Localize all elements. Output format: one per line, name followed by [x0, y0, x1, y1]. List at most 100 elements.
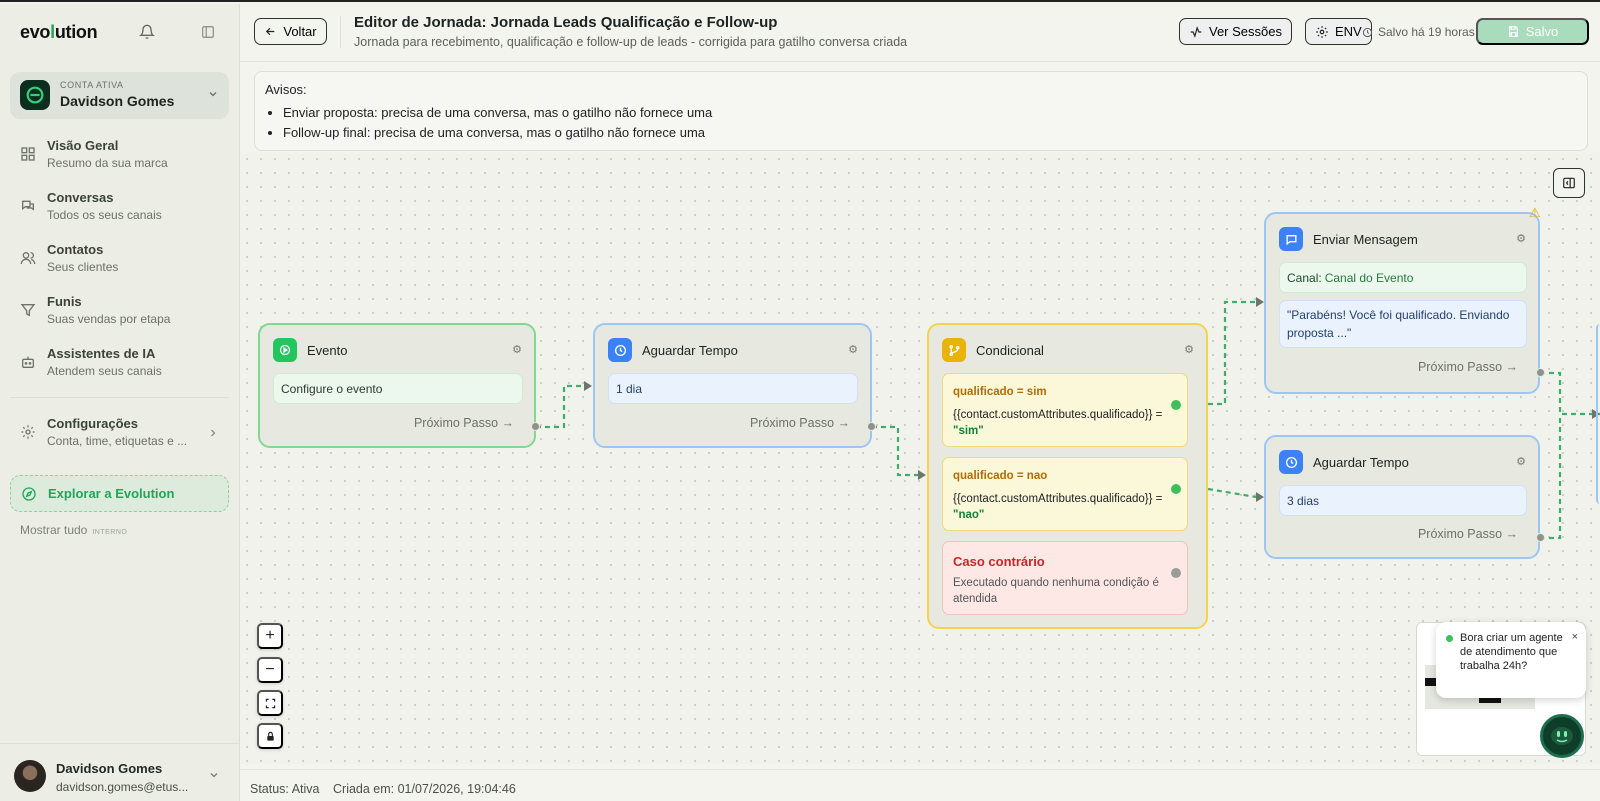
journey-status: Status: Ativa: [250, 782, 320, 796]
message-icon: [1279, 227, 1303, 251]
play-icon: [273, 338, 297, 362]
view-sessions-button[interactable]: Ver Sessões: [1179, 18, 1292, 45]
save-button[interactable]: Salvo: [1476, 18, 1589, 45]
output-port[interactable]: [1536, 533, 1545, 542]
condition-label: qualificado = nao: [953, 470, 1048, 482]
condition-expression: {{contact.customAttributes.qualificado}}…: [953, 409, 1163, 437]
branch-port[interactable]: [1171, 568, 1181, 578]
clock-icon: [1362, 27, 1373, 37]
sidebar-item-title: Contatos: [47, 242, 104, 257]
activity-icon: [1190, 25, 1202, 38]
else-description: Executado quando nenhuma condição é aten…: [953, 577, 1159, 605]
users-icon: [20, 250, 38, 268]
node-enviar-mensagem[interactable]: Enviar Mensagem ⚙ Canal: Canal do Evento …: [1264, 212, 1540, 394]
account-switcher[interactable]: CONTA ATIVA Davidson Gomes: [10, 72, 229, 119]
sidebar-item-title: Configurações: [47, 416, 139, 431]
output-port[interactable]: [867, 422, 876, 431]
plus-icon: +: [265, 627, 275, 644]
else-title: Caso contrário: [953, 554, 1045, 569]
sidebar-item-subtitle: Conta, time, etiquetas e ...: [47, 434, 188, 448]
branch-port[interactable]: [1171, 484, 1181, 494]
lock-button[interactable]: [257, 723, 283, 749]
sidebar-item-contatos[interactable]: Contatos Seus clientes: [10, 238, 229, 282]
sidebar-toggle-icon[interactable]: [196, 20, 220, 44]
zoom-out-button[interactable]: −: [257, 657, 283, 683]
logo[interactable]: evolution: [20, 22, 98, 43]
close-icon[interactable]: ×: [1572, 630, 1578, 644]
panel-toggle-button[interactable]: [1553, 168, 1585, 198]
show-all-link[interactable]: Mostrar tudo INTERNO: [20, 523, 127, 537]
else-branch[interactable]: Caso contrário Executado quando nenhuma …: [942, 541, 1188, 615]
user-name: Davidson Gomes: [56, 761, 163, 776]
gear-icon[interactable]: ⚙: [1516, 455, 1526, 468]
sidebar-item-title: Assistentes de IA: [47, 346, 156, 361]
assistant-launcher[interactable]: [1540, 714, 1584, 758]
output-port[interactable]: [1536, 368, 1545, 377]
internal-tag: INTERNO: [92, 529, 128, 536]
sidebar-item-funis[interactable]: Funis Suas vendas por etapa: [10, 290, 229, 334]
sidebar-item-conversas[interactable]: Conversas Todos os seus canais: [10, 186, 229, 230]
page-title: Editor de Jornada: Jornada Leads Qualifi…: [354, 14, 778, 31]
branch-icon: [942, 338, 966, 362]
created-at: Criada em: 01/07/2026, 19:04:46: [333, 782, 516, 796]
next-step-label: Próximo Passo →: [749, 416, 850, 430]
warnings-panel: Avisos: Enviar proposta: precisa de uma …: [254, 71, 1588, 151]
bot-icon: [20, 354, 38, 372]
gear-icon[interactable]: ⚙: [1184, 343, 1194, 356]
warning-item: Enviar proposta: precisa de uma conversa…: [283, 103, 712, 123]
channel-field: Canal: Canal do Evento: [1279, 262, 1527, 293]
assistant-tooltip: Bora criar um agente de atendimento que …: [1436, 622, 1586, 698]
page-subtitle: Jornada para recebimento, qualificação e…: [354, 35, 908, 49]
filter-icon: [20, 302, 38, 320]
node-condicional[interactable]: Condicional ⚙ qualificado = sim {{contac…: [927, 323, 1208, 629]
sidebar-item-subtitle: Suas vendas por etapa: [47, 312, 171, 326]
editor-header: Voltar Editor de Jornada: Jornada Leads …: [240, 4, 1600, 62]
output-port[interactable]: [531, 422, 540, 431]
node-aguardar-tempo[interactable]: Aguardar Tempo ⚙ 1 dia Próximo Passo →: [593, 323, 872, 448]
clock-icon: [608, 338, 632, 362]
node-title: Condicional: [976, 343, 1044, 358]
account-kicker: CONTA ATIVA: [60, 80, 124, 90]
back-button[interactable]: Voltar: [254, 18, 327, 45]
zoom-in-button[interactable]: +: [257, 623, 283, 649]
gear-icon[interactable]: ⚙: [1516, 232, 1526, 245]
chevron-down-icon: [208, 768, 220, 786]
sidebar-item-configuracoes[interactable]: Configurações Conta, time, etiquetas e .…: [10, 412, 229, 456]
sidebar-item-subtitle: Todos os seus canais: [47, 208, 162, 222]
status-bar: Status: Ativa Criada em: 01/07/2026, 19:…: [240, 769, 1600, 801]
account-name: Davidson Gomes: [60, 93, 175, 109]
gear-icon[interactable]: ⚙: [848, 343, 858, 356]
condition-branch[interactable]: qualificado = nao {{contact.customAttrib…: [942, 457, 1188, 531]
condition-branch[interactable]: qualificado = sim {{contact.customAttrib…: [942, 373, 1188, 447]
gear-icon: [1316, 25, 1328, 38]
bell-icon[interactable]: [135, 20, 159, 44]
branch-port[interactable]: [1171, 400, 1181, 410]
sidebar-item-visao-geral[interactable]: Visão Geral Resumo da sua marca: [10, 134, 229, 178]
node-aguardar-tempo-2[interactable]: Aguardar Tempo ⚙ 3 dias Próximo Passo →: [1264, 435, 1540, 559]
node-evento[interactable]: Evento ⚙ Configure o evento Próximo Pass…: [258, 323, 536, 448]
save-icon: [1508, 26, 1518, 37]
node-config[interactable]: Configure o evento: [273, 373, 523, 404]
node-title: Aguardar Tempo: [1313, 455, 1409, 470]
condition-expression: {{contact.customAttributes.qualificado}}…: [953, 493, 1163, 521]
tooltip-text: Bora criar um agente de atendimento que …: [1460, 632, 1563, 672]
sidebar-item-subtitle: Resumo da sua marca: [47, 156, 168, 170]
wait-duration: 1 dia: [608, 373, 858, 404]
next-step-label: Próximo Passo →: [1417, 527, 1518, 541]
fit-view-icon: [265, 698, 275, 708]
chat-icon: [20, 198, 38, 216]
explore-label: Explorar a Evolution: [48, 486, 175, 501]
compass-icon: [21, 486, 37, 507]
sidebar-item-title: Conversas: [47, 190, 114, 205]
gear-icon[interactable]: ⚙: [512, 343, 522, 356]
user-menu[interactable]: Davidson Gomes davidson.gomes@etus...: [0, 743, 240, 801]
back-label: Voltar: [283, 24, 317, 39]
fit-view-button[interactable]: [257, 690, 283, 716]
sidebar-item-assistentes[interactable]: Assistentes de IA Atendem seus canais: [10, 342, 229, 386]
sidebar-item-title: Visão Geral: [47, 138, 119, 153]
warning-icon[interactable]: ⚠: [1529, 205, 1541, 221]
explore-button[interactable]: Explorar a Evolution: [10, 475, 229, 512]
minus-icon: −: [265, 661, 275, 678]
sidebar-item-title: Funis: [47, 294, 82, 309]
node-title: Enviar Mensagem: [1313, 232, 1418, 247]
